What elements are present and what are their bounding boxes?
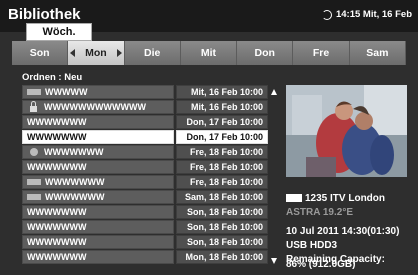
clock-text: 14:15 Mit, 16 Feb xyxy=(335,9,412,20)
recording-datetime: 10 Jul 2011 14:30(01:30) xyxy=(286,226,400,237)
recording-name: WWWWWWW xyxy=(45,177,105,187)
page-title: Bibliothek xyxy=(8,6,81,23)
scroll-down-arrow-icon[interactable] xyxy=(271,258,277,264)
recording-row[interactable]: WWWWWWW Son, 18 Feb 10:00 xyxy=(22,235,268,249)
recording-date: Sam, 18 Feb 10:00 xyxy=(176,190,268,204)
tab-week[interactable]: Wöch. xyxy=(26,23,92,41)
recording-row[interactable]: WWWWW Mit, 16 Feb 10:00 xyxy=(22,85,268,99)
clock: 14:15 Mit, 16 Feb xyxy=(321,9,412,20)
recording-name-cell: WWWWWWW xyxy=(22,115,174,129)
day-tab-don[interactable]: Don xyxy=(237,41,294,65)
recording-date: Mon, 18 Feb 10:00 xyxy=(176,250,268,264)
recording-name: WWWWWWWWWWWW xyxy=(44,102,146,112)
satellite: ASTRA 19.2°E xyxy=(286,207,353,218)
arrow-right-icon xyxy=(116,49,122,57)
day-label: Son xyxy=(29,47,50,59)
rec-icon xyxy=(27,89,41,95)
refresh-clock-icon xyxy=(321,9,332,20)
recording-row[interactable]: WWWWWWW Sam, 18 Feb 10:00 xyxy=(22,190,268,204)
library-screen: Bibliothek 14:15 Mit, 16 Feb Wöch. Son Mo… xyxy=(0,0,418,275)
lock-icon xyxy=(30,100,37,112)
recording-name-cell: WWWWWWW xyxy=(22,205,174,219)
day-tab-mit[interactable]: Mit xyxy=(180,41,238,65)
rec-icon xyxy=(27,194,41,200)
recording-name: WWWWWWW xyxy=(44,147,104,157)
video-preview xyxy=(286,85,407,177)
recording-name: WWWWWWW xyxy=(45,192,105,202)
recording-row[interactable]: WWWWWWW Don, 17 Feb 10:00 xyxy=(22,130,268,144)
recording-name: WWWWW xyxy=(45,87,88,97)
rec-icon xyxy=(27,179,41,185)
recording-name-cell: WWWWW xyxy=(22,85,174,99)
recording-name-cell: WWWWWWW xyxy=(22,235,174,249)
day-label: Die xyxy=(144,47,161,59)
recording-row[interactable]: WWWWWWW Son, 18 Feb 10:00 xyxy=(22,220,268,234)
recording-date: Son, 18 Feb 10:00 xyxy=(176,220,268,234)
recording-name-cell: WWWWWWW xyxy=(22,175,174,189)
recording-name-cell: WWWWWWW xyxy=(22,250,174,264)
recording-date: Son, 18 Feb 10:00 xyxy=(176,235,268,249)
recording-date: Don, 17 Feb 10:00 xyxy=(176,130,268,144)
recording-row[interactable]: WWWWWWW Son, 18 Feb 10:00 xyxy=(22,205,268,219)
recording-name-cell: WWWWWWWWWWWW xyxy=(22,100,174,114)
day-tab-fre[interactable]: Fre xyxy=(293,41,350,65)
preview-image xyxy=(286,85,407,177)
recording-date: Fre, 18 Feb 10:00 xyxy=(176,160,268,174)
storage-device: USB HDD3 xyxy=(286,240,338,251)
recording-date: Don, 17 Feb 10:00 xyxy=(176,115,268,129)
recording-name-cell: WWWWWWW xyxy=(22,130,174,144)
dot-icon xyxy=(30,148,38,156)
day-tab-die[interactable]: Die xyxy=(124,41,181,65)
recording-list: WWWWW Mit, 16 Feb 10:00 WWWWWWWWWWWW Mit, 1… xyxy=(22,85,268,265)
day-tab-mon[interactable]: Mon xyxy=(68,41,125,65)
recording-date: Mit, 16 Feb 10:00 xyxy=(176,85,268,99)
recording-row[interactable]: WWWWWWW Fre, 18 Feb 10:00 xyxy=(22,160,268,174)
channel-name: 1235 ITV London xyxy=(305,193,386,204)
channel-icon xyxy=(286,194,302,203)
recording-name-cell: WWWWWWW xyxy=(22,145,174,159)
day-label: Don xyxy=(254,47,275,59)
day-label: Sam xyxy=(366,47,389,59)
channel-info: 1235 ITV London xyxy=(286,193,385,204)
recording-name: WWWWWWW xyxy=(27,162,87,172)
day-tab-son[interactable]: Son xyxy=(12,41,69,65)
recording-row[interactable]: WWWWWWWWWWWW Mit, 16 Feb 10:00 xyxy=(22,100,268,114)
recording-name-cell: WWWWWWW xyxy=(22,160,174,174)
day-selector: Son Mon Die Mit Don Fre Sam xyxy=(12,41,406,65)
recording-row[interactable]: WWWWWWW Fre, 18 Feb 10:00 xyxy=(22,175,268,189)
recording-row[interactable]: WWWWWWW Fre, 18 Feb 10:00 xyxy=(22,145,268,159)
capacity-value: 86% (912.0GB) xyxy=(286,259,356,270)
recording-name: WWWWWWW xyxy=(27,132,87,142)
recording-name-cell: WWWWWWW xyxy=(22,220,174,234)
recording-row[interactable]: WWWWWWW Don, 17 Feb 10:00 xyxy=(22,115,268,129)
recording-name: WWWWWWW xyxy=(27,252,87,262)
recording-date: Son, 18 Feb 10:00 xyxy=(176,205,268,219)
recording-row[interactable]: WWWWWWW Mon, 18 Feb 10:00 xyxy=(22,250,268,264)
recording-name: WWWWWWW xyxy=(27,237,87,247)
recording-date: Fre, 18 Feb 10:00 xyxy=(176,145,268,159)
recording-date: Mit, 16 Feb 10:00 xyxy=(176,100,268,114)
day-label: Fre xyxy=(312,47,330,59)
recording-name: WWWWWWW xyxy=(27,207,87,217)
recording-name-cell: WWWWWWW xyxy=(22,190,174,204)
day-tab-sam[interactable]: Sam xyxy=(349,41,406,65)
recording-name: WWWWWWW xyxy=(27,117,87,127)
day-label: Mon xyxy=(85,47,107,59)
recording-name: WWWWWWW xyxy=(27,222,87,232)
arrow-left-icon xyxy=(70,49,76,57)
recording-date: Fre, 18 Feb 10:00 xyxy=(176,175,268,189)
scroll-up-arrow-icon[interactable] xyxy=(271,89,277,95)
sort-label[interactable]: Ordnen : Neu xyxy=(22,72,82,83)
day-label: Mit xyxy=(200,47,217,59)
